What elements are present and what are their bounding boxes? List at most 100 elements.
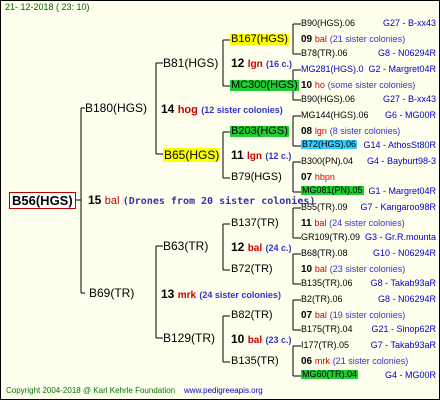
gen3-year: 10: [301, 80, 313, 91]
gen3-info: 10 bal (23 sister colonies): [301, 265, 405, 275]
gen4-queen-highlighted[interactable]: MG081(PN).05: [301, 186, 364, 195]
gen3-colonies: (23 sister colonies): [329, 264, 406, 274]
gen1-year: 13: [161, 287, 175, 301]
gen4-queen[interactable]: B55(TR).09: [301, 203, 348, 212]
gen3-sister: lgn: [314, 126, 327, 136]
gen4-ref: G4 - Bayburt98-3: [366, 156, 436, 166]
pedigree-frame: 21- 12-2018 ( 23: 10) B56(HGS) 15 bal (D…: [0, 0, 440, 400]
gen2-queen-highlighted[interactable]: B65(HGS): [163, 148, 221, 162]
gen3-queen[interactable]: B137(TR): [231, 218, 279, 229]
gen2-colonies: (12 c.): [265, 151, 292, 161]
gen1-colonies: (24 sister colonies): [199, 290, 281, 300]
gen3-sister: bal: [314, 310, 327, 320]
gen3-info: 06 mrk (21 sister colonies): [301, 357, 408, 367]
gen3-year: 08: [301, 126, 313, 137]
root-info: 15 bal (Drones from 20 sister colonies): [88, 194, 315, 207]
gen4-ref: G10 - N06294R: [372, 248, 436, 258]
gen3-sister: bal: [314, 218, 327, 228]
gen2-info: 12 bal (24 c.): [231, 241, 292, 254]
gen2-queen[interactable]: B129(TR): [163, 332, 215, 344]
gen3-info: 11 bal (24 sister colonies): [301, 219, 405, 229]
gen3-year: 06: [301, 356, 313, 367]
gen4-queen-highlighted[interactable]: B72(HGS).06: [301, 140, 358, 149]
gen3-sister: bal: [314, 264, 327, 274]
gen4-ref: G14 - AthosSt80R: [363, 140, 436, 150]
gen2-info: 12 lgn (16 c.): [231, 57, 292, 70]
gen4-queen[interactable]: B78(TR).06: [301, 49, 348, 58]
gen4-ref: G27 - B-xx43: [382, 18, 436, 28]
gen1-info: 14 hog (12 sister colonies): [161, 103, 283, 116]
gen3-sister: mrk: [314, 356, 330, 366]
gen3-queen[interactable]: B79(HGS): [231, 172, 282, 183]
gen4-ref: G2 - Margret04R: [368, 64, 436, 74]
gen4-ref: G7 - Takab93aR: [370, 340, 436, 350]
gen3-queen-highlighted[interactable]: B167(HGS): [230, 34, 289, 45]
gen3-info: 07 bal (19 sister colonies): [301, 311, 405, 321]
gen3-sister: hbpn: [314, 172, 335, 182]
gen3-year: 09: [301, 34, 313, 45]
gen1-year: 14: [161, 102, 175, 116]
gen1-queen[interactable]: B180(HGS): [85, 102, 147, 114]
gen3-colonies: (21 sister colonies): [332, 356, 409, 366]
gen3-year: 11: [301, 218, 312, 229]
gen2-sister: bal: [247, 335, 263, 346]
gen4-queen[interactable]: B90(HGS).06: [301, 95, 355, 104]
site-link[interactable]: www.pedigreeapis.org: [184, 386, 263, 395]
copyright: Copyright 2004-2018 @ Karl Kehrle Founda…: [6, 386, 176, 395]
gen3-info: 07 hbpn: [301, 173, 335, 183]
gen4-queen[interactable]: MG144(HGS).06: [301, 111, 369, 120]
gen2-colonies: (16 c.): [266, 59, 293, 69]
gen4-ref: G1 - Margret04R: [368, 186, 436, 196]
gen3-queen-highlighted[interactable]: B203(HGS): [230, 126, 289, 137]
gen2-colonies: (24 c.): [265, 243, 292, 253]
gen2-sister: bal: [247, 243, 263, 254]
gen4-queen-highlighted[interactable]: MG60(TR).04: [301, 370, 359, 379]
gen2-info: 10 bal (23 c.): [231, 333, 292, 346]
gen4-ref: G21 - Sinop62R: [371, 324, 436, 334]
gen3-queen[interactable]: B72(TR): [231, 264, 273, 275]
gen1-sister: mrk: [177, 290, 197, 301]
gen4-ref: G8 - N06294R: [377, 48, 436, 58]
gen2-year: 11: [231, 148, 244, 162]
gen2-queen[interactable]: B81(HGS): [163, 57, 218, 69]
gen2-sister: lgn: [247, 151, 263, 162]
gen3-queen[interactable]: B135(TR): [231, 356, 279, 367]
gen1-colonies: (12 sister colonies): [201, 105, 283, 115]
gen3-year: 07: [301, 310, 313, 321]
gen4-queen[interactable]: B90(HGS).06: [301, 19, 355, 28]
gen4-queen[interactable]: I177(TR).05: [301, 341, 349, 350]
gen2-year: 10: [231, 332, 245, 346]
gen4-queen[interactable]: GR109(TR).09: [301, 233, 360, 242]
gen4-ref: G8 - N06294R: [377, 294, 436, 304]
root-drones: (Drones from 20 sister colonies): [122, 196, 316, 207]
gen4-queen[interactable]: B175(TR).04: [301, 325, 353, 334]
gen2-sister: lgn: [247, 59, 263, 70]
gen3-colonies: (8 sister colonies): [329, 126, 401, 136]
gen3-info: 09 bal (21 sister colonies): [301, 35, 405, 45]
root-queen[interactable]: B56(HGS): [9, 192, 76, 209]
gen2-year: 12: [231, 240, 245, 254]
gen2-queen[interactable]: B63(TR): [163, 240, 208, 252]
gen4-ref: G6 - MG00R: [384, 110, 436, 120]
gen4-queen[interactable]: B2(TR).06: [301, 295, 343, 304]
gen3-sister: ho: [314, 80, 325, 90]
gen4-ref: G8 - Takab93aR: [370, 278, 436, 288]
gen4-queen[interactable]: B135(TR).06: [301, 279, 353, 288]
gen3-year: 10: [301, 264, 313, 275]
gen4-queen[interactable]: MG281(HGS).0: [301, 65, 364, 74]
gen4-queen[interactable]: B300(PN).04: [301, 157, 353, 166]
gen3-colonies: (19 sister colonies): [329, 310, 406, 320]
gen4-queen[interactable]: B68(TR).08: [301, 249, 348, 258]
gen1-info: 13 mrk (24 sister colonies): [161, 288, 281, 301]
gen3-queen-highlighted[interactable]: MC300(HGS): [230, 80, 299, 91]
gen2-year: 12: [231, 56, 245, 70]
gen3-colonies: (21 sister colonies): [329, 34, 406, 44]
gen2-info: 11 lgn (12 c.): [231, 149, 291, 162]
gen2-colonies: (23 c.): [265, 335, 292, 345]
gen1-sister: hog: [177, 104, 198, 116]
gen4-ref: G7 - Kangaroo98R: [360, 202, 436, 212]
gen1-queen[interactable]: B69(TR): [89, 287, 134, 299]
gen3-queen[interactable]: B82(TR): [231, 310, 273, 321]
gen3-info: 10 ho (some sister colonies): [301, 81, 415, 91]
gen3-year: 07: [301, 172, 313, 183]
